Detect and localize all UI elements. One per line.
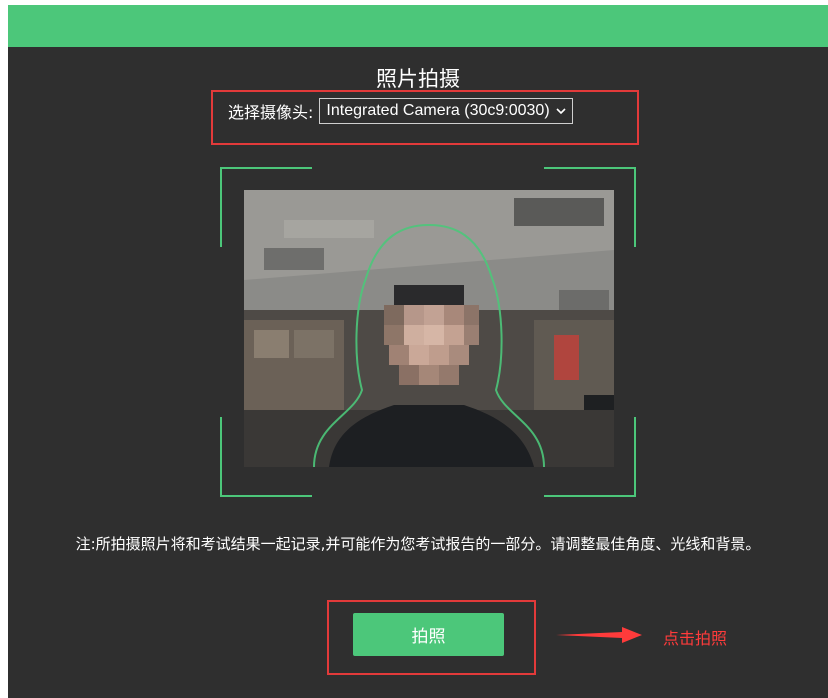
top-bar <box>8 5 828 47</box>
take-photo-highlight <box>327 600 536 675</box>
page-title: 照片拍摄 <box>376 67 460 91</box>
instruction-note: 注:所拍摄照片将和考试结果一起记录,并可能作为您考试报告的一部分。请调整最佳角度… <box>75 535 761 553</box>
camera-preview <box>244 190 614 467</box>
camera-preview-image <box>244 190 614 467</box>
click-hint: 点击拍照 <box>663 629 728 648</box>
arrow-right-icon <box>556 627 642 643</box>
camera-select-highlight <box>211 90 639 145</box>
photo-capture-panel: 照片拍摄 选择摄像头: Integrated Camera (30c9:0030… <box>8 47 828 698</box>
